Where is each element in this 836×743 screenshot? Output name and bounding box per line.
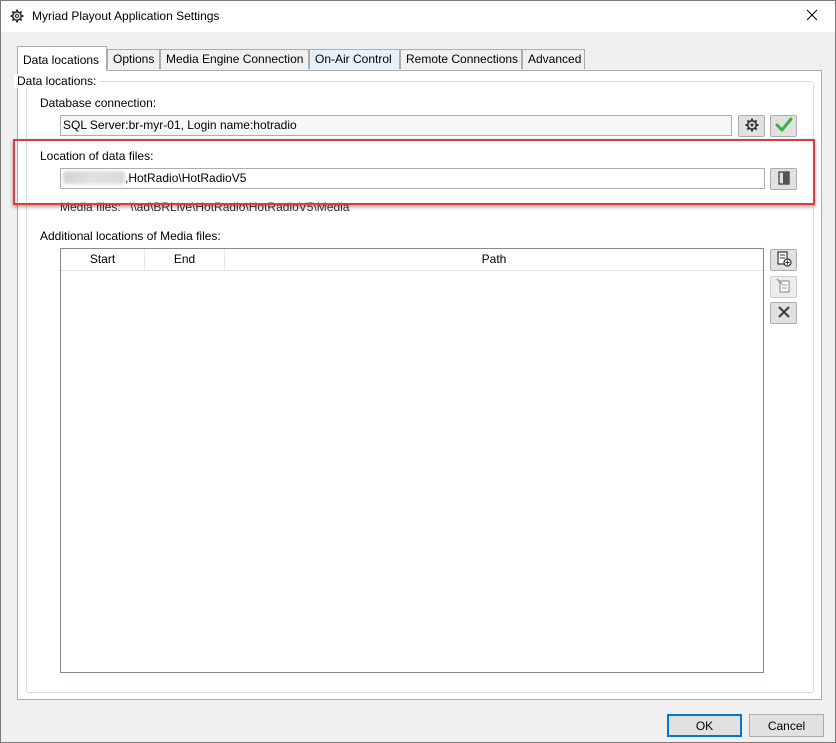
test-connection-button[interactable] (770, 115, 797, 137)
tab-advanced[interactable]: Advanced (522, 49, 585, 69)
edit-row-icon (775, 277, 792, 297)
browse-folder-button[interactable] (770, 168, 797, 190)
location-of-data-files-field[interactable]: ,HotRadio\HotRadioV5 (60, 168, 765, 189)
delete-icon (777, 305, 791, 322)
location-value: ,HotRadio\HotRadioV5 (125, 171, 247, 185)
gear-icon (745, 118, 759, 135)
tab-options[interactable]: Options (107, 49, 160, 69)
add-location-button[interactable] (770, 249, 797, 271)
column-header-start[interactable]: Start (61, 249, 145, 270)
media-files-label: Media files: (60, 200, 121, 214)
redacted-text (63, 171, 125, 184)
remove-location-button[interactable] (770, 302, 797, 324)
additional-locations-label: Additional locations of Media files: (40, 229, 221, 243)
tab-remote-connections[interactable]: Remote Connections (400, 49, 522, 69)
browse-icon (777, 170, 790, 188)
close-button[interactable] (789, 1, 835, 32)
column-header-end[interactable]: End (145, 249, 225, 270)
database-settings-button[interactable] (738, 115, 765, 137)
add-row-icon (776, 250, 792, 270)
edit-location-button[interactable] (770, 276, 797, 298)
title-bar: Myriad Playout Application Settings (1, 1, 835, 32)
tab-media-engine-connection[interactable]: Media Engine Connection (160, 49, 309, 69)
group-title: Data locations: (14, 74, 100, 88)
window-title: Myriad Playout Application Settings (32, 9, 220, 23)
tab-on-air-control[interactable]: On-Air Control (309, 49, 400, 69)
column-header-path[interactable]: Path (225, 249, 763, 270)
checkmark-icon (775, 117, 793, 136)
settings-window: Myriad Playout Application Settings Data… (0, 0, 836, 743)
location-of-data-files-label: Location of data files: (40, 149, 154, 163)
cancel-button[interactable]: Cancel (749, 714, 824, 737)
ok-button[interactable]: OK (667, 714, 742, 737)
table-header: Start End Path (61, 249, 763, 271)
database-connection-label: Database connection: (40, 96, 157, 110)
media-files-path: \\ad\BRLive\HotRadio\HotRadioV5\Media (130, 200, 350, 214)
media-locations-table[interactable]: Start End Path (60, 248, 764, 673)
tab-data-locations[interactable]: Data locations (17, 46, 107, 71)
gear-icon (10, 9, 24, 23)
close-icon (806, 9, 818, 24)
database-connection-field[interactable]: SQL Server:br-myr-01, Login name:hotradi… (60, 115, 732, 136)
